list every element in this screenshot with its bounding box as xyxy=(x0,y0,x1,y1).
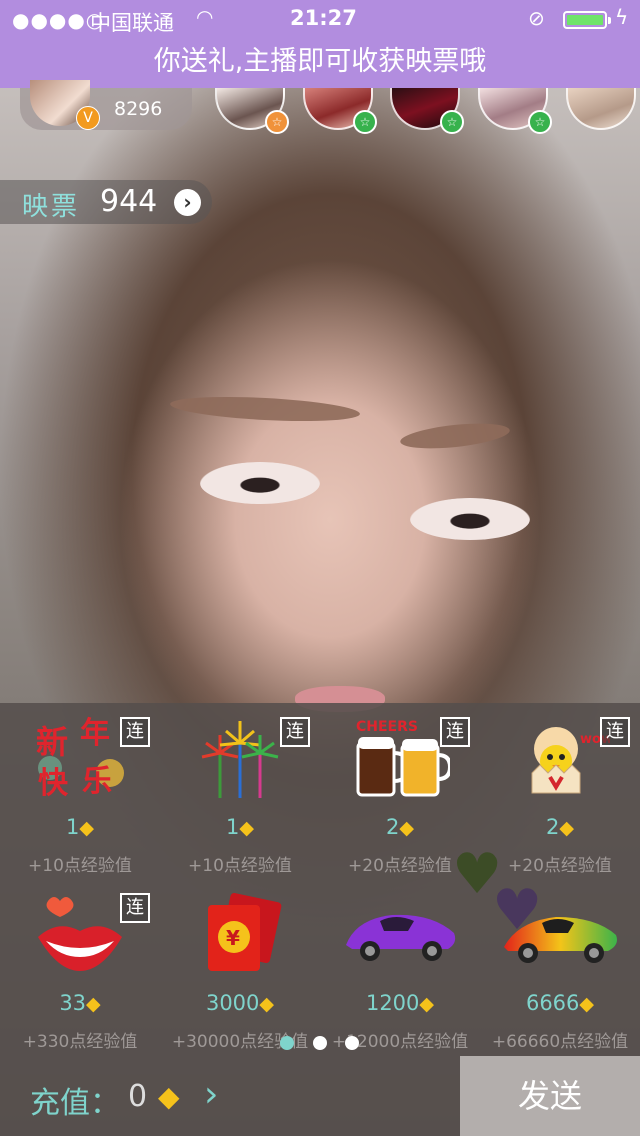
combo-badge: 连 xyxy=(440,717,470,747)
chick-egg-icon: wow xyxy=(510,713,613,803)
gift-price-value: 33 xyxy=(59,991,87,1015)
star-badge-icon: ☆ xyxy=(265,110,289,134)
gift-price-value: 1 xyxy=(66,815,80,839)
gift-exp: +12000点经验值 xyxy=(331,1032,469,1052)
diamond-icon: ◆ xyxy=(239,817,254,839)
diamond-icon: ◆ xyxy=(158,1080,180,1113)
gift-price: 2◆ xyxy=(320,815,480,839)
gift-item[interactable]: wow 连 2◆ +20点经验值 xyxy=(480,707,640,876)
recharge-balance: 0 xyxy=(128,1079,148,1114)
gift-price-value: 2 xyxy=(386,815,400,839)
ticket-label: 映票 xyxy=(22,192,81,222)
gift-price-value: 1200 xyxy=(365,991,420,1015)
svg-text:快: 快 xyxy=(38,766,69,801)
svg-text:乐: 乐 xyxy=(82,764,112,799)
host-count: 8296 xyxy=(114,98,163,120)
gift-exp: +330点经验值 xyxy=(22,1032,138,1052)
gift-price: 1◆ xyxy=(160,815,320,839)
video-detail xyxy=(169,393,361,425)
yuan-symbol: ¥ xyxy=(226,926,240,950)
diamond-icon: ◆ xyxy=(419,993,435,1015)
verified-badge-icon: V xyxy=(76,106,100,130)
gift-hint-banner: 你送礼,主播即可收获映票哦 xyxy=(0,40,640,88)
bolt-icon: ϟ xyxy=(615,5,629,29)
gift-price-value: 6666 xyxy=(525,991,580,1015)
gift-price: 33◆ xyxy=(0,991,160,1015)
carrier-name: 中国联通 xyxy=(90,11,174,35)
svg-text:新: 新 xyxy=(36,723,68,761)
ticket-counter[interactable]: 映票 944 › xyxy=(0,180,212,224)
send-button[interactable]: 发送 xyxy=(460,1056,640,1136)
video-detail xyxy=(399,419,511,453)
video-detail xyxy=(410,498,530,540)
gift-price: 2◆ xyxy=(480,815,640,839)
lips-icon xyxy=(30,889,130,979)
battery-icon xyxy=(563,11,611,29)
gift-price-value: 1 xyxy=(226,815,240,839)
status-bar: ●●●●○ 中国联通 ◠ 21:27 ⊘ ϟ xyxy=(0,0,640,40)
gift-item[interactable]: ¥ 3000◆ +30000点经验值 xyxy=(160,883,320,1052)
page-dot[interactable] xyxy=(280,1036,294,1050)
gift-exp: +10点经验值 xyxy=(28,856,132,876)
gift-price: 3000◆ xyxy=(160,991,320,1015)
gift-exp: +20点经验值 xyxy=(508,856,612,876)
diamond-icon: ◆ xyxy=(579,993,595,1015)
combo-badge: 连 xyxy=(600,717,630,747)
cheers-text: CHEERS xyxy=(356,719,418,735)
host-info[interactable]: V 8296 xyxy=(20,80,192,130)
gift-item[interactable]: 连 1◆ +10点经验值 xyxy=(160,707,320,876)
svg-text:年: 年 xyxy=(80,716,110,751)
recharge-label[interactable]: 充值： xyxy=(30,1078,120,1122)
chevron-right-icon[interactable]: › xyxy=(174,189,201,216)
purple-car-icon xyxy=(346,889,456,979)
combo-badge: 连 xyxy=(280,717,310,747)
ticket-value: 944 xyxy=(100,184,158,219)
gift-item[interactable]: 1200◆ +12000点经验值 xyxy=(320,883,480,1052)
gift-price-value: 2 xyxy=(546,815,560,839)
gift-price: 1200◆ xyxy=(320,991,480,1015)
gift-price-value: 3000 xyxy=(205,991,260,1015)
video-detail xyxy=(200,462,320,504)
gift-exp: +30000点经验值 xyxy=(171,1032,309,1052)
rotation-lock-icon: ⊘ xyxy=(528,6,545,30)
star-badge-icon: ☆ xyxy=(440,110,464,134)
diamond-icon: ◆ xyxy=(259,993,275,1015)
gift-item[interactable]: 连 33◆ +330点经验值 xyxy=(0,883,160,1052)
diamond-icon: ◆ xyxy=(559,817,574,839)
gift-exp: +66660点经验值 xyxy=(491,1032,629,1052)
status-time: 21:27 xyxy=(290,6,357,30)
chevron-right-icon[interactable]: › xyxy=(204,1074,218,1115)
page-dot[interactable] xyxy=(313,1036,327,1050)
new-year-gift-icon: 新 年 快 乐 xyxy=(30,713,130,803)
gift-item[interactable]: 新 年 快 乐 连 1◆ +10点经验值 xyxy=(0,707,160,876)
beer-cheers-icon: CHEERS xyxy=(350,713,453,803)
page-dot[interactable] xyxy=(345,1036,359,1050)
fireworks-icon xyxy=(190,713,290,803)
red-envelope-icon: ¥ xyxy=(190,889,290,979)
gift-price: 6666◆ xyxy=(480,991,640,1015)
diamond-icon: ◆ xyxy=(79,817,94,839)
wifi-icon: ◠ xyxy=(196,5,214,29)
combo-badge: 连 xyxy=(120,717,150,747)
diamond-icon: ◆ xyxy=(399,817,414,839)
gift-exp: +10点经验值 xyxy=(188,856,292,876)
star-badge-icon: ☆ xyxy=(353,110,377,134)
diamond-icon: ◆ xyxy=(86,993,101,1015)
gift-price: 1◆ xyxy=(0,815,160,839)
star-badge-icon: ☆ xyxy=(528,110,552,134)
combo-badge: 连 xyxy=(120,893,150,923)
floating-heart-icon: ♥ xyxy=(492,878,543,943)
